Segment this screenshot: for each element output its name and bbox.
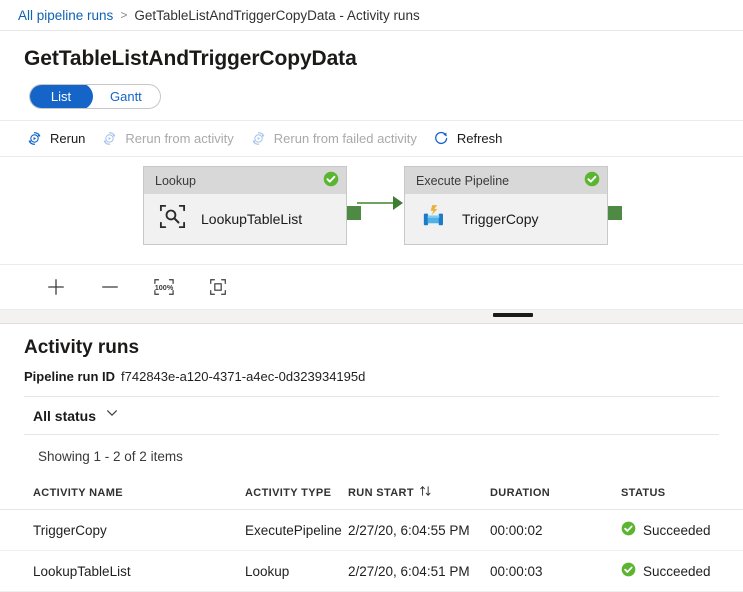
rerun-icon — [26, 130, 43, 147]
zoom-to-fit-button[interactable] — [206, 275, 230, 299]
pipeline-run-id-row: Pipeline run ID f742843e-a120-4371-a4ec-… — [0, 359, 743, 384]
pipeline-run-id-label: Pipeline run ID — [24, 369, 115, 384]
connector-arrowhead — [393, 196, 403, 210]
page-title: GetTableListAndTriggerCopyData — [0, 31, 743, 71]
execute-pipeline-icon — [419, 202, 448, 236]
breadcrumb-link-all-pipeline-runs[interactable]: All pipeline runs — [18, 8, 113, 23]
cell-activity-type: Lookup — [245, 551, 348, 592]
node-type-label: Execute Pipeline — [416, 174, 584, 188]
column-header-activity-name[interactable]: ACTIVITY NAME — [0, 478, 245, 510]
breadcrumb-current: GetTableListAndTriggerCopyData - Activit… — [134, 8, 419, 23]
node-header: Lookup — [144, 167, 346, 194]
column-header-run-start-label: RUN START — [348, 487, 414, 499]
lookup-magnifier-icon — [158, 202, 187, 236]
status-badge: Succeeded — [643, 523, 711, 538]
canvas-node-lookup[interactable]: Lookup — [143, 166, 347, 245]
node-output-port[interactable] — [608, 206, 622, 220]
node-name: TriggerCopy — [462, 211, 539, 227]
rerun-button[interactable]: Rerun — [22, 124, 97, 154]
cell-duration: 00:00:03 — [490, 551, 621, 592]
node-body: LookupTableList — [144, 194, 346, 244]
success-check-icon — [621, 562, 636, 580]
refresh-button[interactable]: Refresh — [429, 124, 515, 154]
success-check-icon — [584, 171, 600, 190]
svg-text:100%: 100% — [155, 283, 174, 292]
node-type-label: Lookup — [155, 174, 323, 188]
tab-gantt[interactable]: Gantt — [92, 84, 160, 109]
node-output-port[interactable] — [347, 206, 361, 220]
column-header-activity-type[interactable]: ACTIVITY TYPE — [245, 478, 348, 510]
activity-runs-panel: Activity runs Pipeline run ID f742843e-a… — [0, 324, 743, 592]
pipeline-canvas[interactable]: Lookup — [0, 157, 743, 264]
tab-list[interactable]: List — [29, 84, 93, 109]
table-header-row: ACTIVITY NAME ACTIVITY TYPE RUN START — [0, 478, 743, 510]
cell-activity-name: LookupTableList — [0, 551, 245, 592]
refresh-icon — [433, 130, 450, 147]
rerun-from-failed-activity-label: Rerun from failed activity — [274, 131, 417, 146]
table-row[interactable]: TriggerCopy ExecutePipeline 2/27/20, 6:0… — [0, 510, 743, 551]
cell-status: Succeeded — [621, 510, 743, 551]
rerun-icon — [101, 130, 118, 147]
status-badge: Succeeded — [643, 564, 711, 579]
sort-updown-icon — [419, 485, 433, 500]
cell-duration: 00:00:02 — [490, 510, 621, 551]
chevron-down-icon — [105, 406, 119, 425]
cell-activity-type: ExecutePipeline — [245, 510, 348, 551]
cell-run-start: 2/27/20, 6:04:51 PM — [348, 551, 490, 592]
node-body: TriggerCopy — [405, 194, 607, 244]
panel-splitter[interactable] — [0, 309, 743, 324]
zoom-to-100-button[interactable]: 100% — [152, 275, 176, 299]
showing-count-text: Showing 1 - 2 of 2 items — [0, 435, 743, 464]
rerun-from-failed-activity-button[interactable]: Rerun from failed activity — [246, 124, 429, 154]
status-filter-label: All status — [33, 408, 96, 424]
success-check-icon — [323, 171, 339, 190]
cell-run-start: 2/27/20, 6:04:55 PM — [348, 510, 490, 551]
activity-runs-table: ACTIVITY NAME ACTIVITY TYPE RUN START — [0, 478, 743, 592]
zoom-in-button[interactable] — [44, 275, 68, 299]
success-check-icon — [621, 521, 636, 539]
node-name: LookupTableList — [201, 211, 302, 227]
refresh-label: Refresh — [457, 131, 503, 146]
connector-line — [357, 202, 397, 204]
column-header-status[interactable]: STATUS — [621, 478, 743, 510]
activity-runs-title: Activity runs — [0, 324, 743, 359]
canvas-node-execute-pipeline[interactable]: Execute Pipeline — [404, 166, 608, 245]
view-toggle: List Gantt — [29, 84, 161, 109]
rerun-from-activity-label: Rerun from activity — [125, 131, 233, 146]
rerun-from-activity-button[interactable]: Rerun from activity — [97, 124, 245, 154]
cell-activity-name: TriggerCopy — [0, 510, 245, 551]
node-header: Execute Pipeline — [405, 167, 607, 194]
toolbar: Rerun Rerun from activity — [0, 121, 743, 157]
breadcrumb-separator: > — [120, 8, 127, 22]
column-header-duration[interactable]: DURATION — [490, 478, 621, 510]
rerun-icon — [250, 130, 267, 147]
cell-status: Succeeded — [621, 551, 743, 592]
breadcrumb: All pipeline runs > GetTableListAndTrigg… — [0, 0, 743, 31]
splitter-grip[interactable] — [493, 313, 533, 317]
zoom-out-button[interactable] — [98, 275, 122, 299]
status-filter[interactable]: All status — [0, 397, 743, 434]
pipeline-run-id-value: f742843e-a120-4371-a4ec-0d323934195d — [121, 369, 365, 384]
table-row[interactable]: LookupTableList Lookup 2/27/20, 6:04:51 … — [0, 551, 743, 592]
column-header-run-start[interactable]: RUN START — [348, 478, 490, 510]
activity-runs-page: All pipeline runs > GetTableListAndTrigg… — [0, 0, 743, 578]
canvas-zoom-controls: 100% — [0, 264, 743, 309]
rerun-label: Rerun — [50, 131, 85, 146]
